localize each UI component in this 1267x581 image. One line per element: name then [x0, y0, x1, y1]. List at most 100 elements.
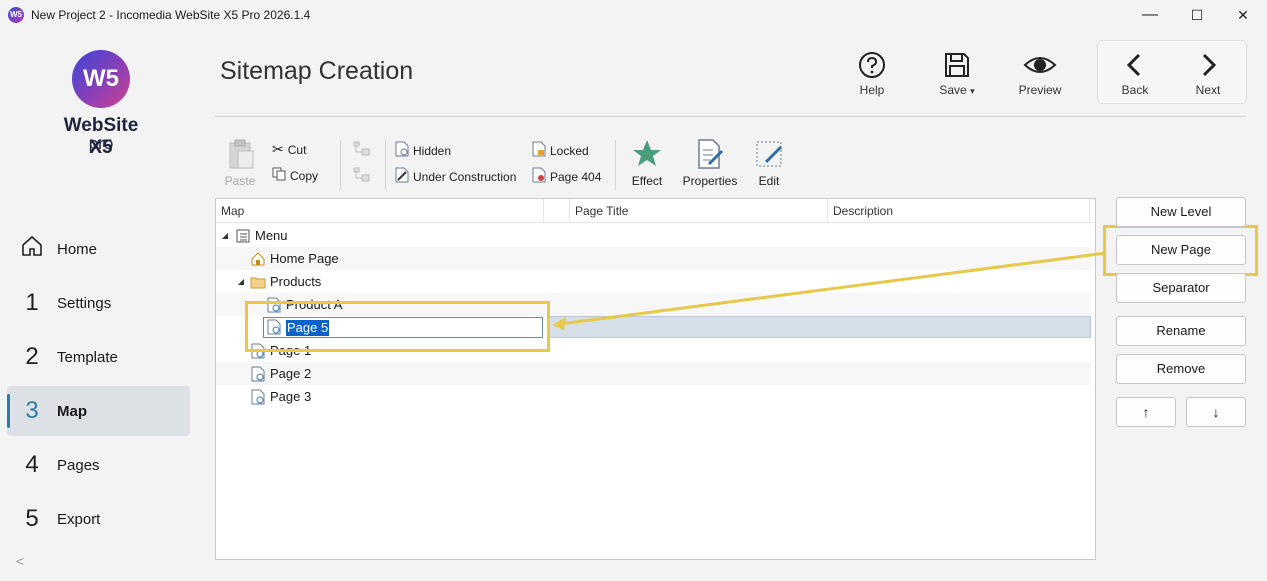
hidden-label: Hidden	[413, 143, 452, 158]
rename-button[interactable]: Rename	[1116, 316, 1246, 346]
nav-template[interactable]: 2 Template	[7, 332, 190, 382]
chevron-left-icon	[1126, 53, 1141, 77]
column-header-map[interactable]: Map	[216, 199, 544, 223]
annotation-highlight-new-item	[245, 301, 550, 352]
under-construction-label: Under Construction	[413, 169, 517, 184]
app-logo: W5 WebSite X5 pro	[50, 48, 160, 158]
nav-label: Map	[57, 402, 87, 420]
toolbar-separator	[340, 140, 341, 190]
under-construction-button[interactable]: Under Construction	[395, 167, 516, 186]
home-icon	[7, 234, 57, 265]
outdent-icon[interactable]	[353, 167, 371, 186]
paste-label: Paste	[224, 174, 256, 188]
properties-button[interactable]: Properties	[681, 138, 739, 188]
nav-export[interactable]: 5 Export	[7, 494, 190, 544]
maximize-button[interactable]: ☐	[1174, 0, 1220, 30]
nav-number: 1	[25, 289, 39, 316]
nav-home[interactable]: Home	[7, 224, 190, 274]
minimize-button[interactable]: —	[1127, 0, 1173, 30]
hidden-button[interactable]: Hidden	[395, 141, 451, 160]
eye-icon	[1023, 57, 1057, 73]
separator-button[interactable]: Separator	[1116, 273, 1246, 303]
star-icon	[633, 140, 661, 166]
move-up-button[interactable]: ↑	[1116, 397, 1176, 427]
nav-label: Template	[57, 348, 118, 366]
move-down-button[interactable]: ↓	[1186, 397, 1246, 427]
nav-label: Pages	[57, 456, 100, 474]
header-divider	[215, 116, 1246, 117]
page-404-icon	[532, 167, 546, 186]
column-header-spacer	[544, 199, 570, 223]
indent-icon[interactable]	[353, 141, 371, 160]
chevron-down-icon: ▾	[970, 86, 975, 96]
nav-label: Home	[57, 240, 98, 258]
tree-item-label: Page 3	[270, 389, 312, 404]
close-button[interactable]: ✕	[1220, 0, 1266, 30]
edit-page-icon	[756, 141, 783, 167]
page404-button[interactable]: Page 404	[532, 167, 601, 186]
tree-item-label: Page 2	[270, 366, 312, 381]
next-button[interactable]: Next	[1177, 46, 1239, 106]
collapse-sidebar-icon[interactable]: <	[16, 553, 24, 569]
help-icon	[859, 52, 885, 78]
page-icon	[250, 389, 266, 405]
cut-label: Cut	[287, 142, 307, 157]
edit-button[interactable]: Edit	[740, 138, 798, 188]
help-label: Help	[859, 83, 885, 97]
page-icon	[250, 366, 266, 382]
folder-icon	[250, 274, 266, 290]
home-page-icon	[250, 251, 266, 267]
logo-edition: pro	[88, 134, 114, 153]
nav-pages[interactable]: 4 Pages	[7, 440, 190, 490]
nav-number: 5	[25, 505, 39, 532]
hidden-page-icon	[395, 141, 409, 160]
toolbar-separator	[385, 140, 386, 190]
column-header-description[interactable]: Description	[828, 199, 1090, 223]
menu-icon	[235, 228, 251, 244]
page404-label: Page 404	[550, 169, 602, 184]
preview-label: Preview	[1018, 83, 1062, 97]
nav-settings[interactable]: 1 Settings	[7, 278, 190, 328]
cut-button[interactable]: ✂ Cut	[272, 141, 306, 158]
nav-active-indicator	[7, 394, 10, 428]
paste-button[interactable]: Paste	[211, 138, 269, 188]
tree-row-menu[interactable]: ◢ Menu	[216, 224, 1091, 247]
remove-button[interactable]: Remove	[1116, 354, 1246, 384]
nav-label: Export	[57, 510, 101, 528]
app-icon: W5	[8, 7, 24, 23]
tree-row-page-3[interactable]: Page 3	[216, 385, 1091, 408]
collapse-arrow-icon[interactable]: ◢	[236, 277, 246, 286]
collapse-arrow-icon[interactable]: ◢	[220, 231, 230, 240]
lock-icon	[532, 141, 546, 160]
properties-icon	[698, 139, 724, 169]
nav-number: 3	[25, 397, 39, 424]
chevron-right-icon	[1202, 53, 1217, 77]
edit-label: Edit	[758, 174, 780, 188]
nav-map[interactable]: 3 Map	[7, 386, 190, 436]
locked-button[interactable]: Locked	[532, 141, 589, 160]
properties-label: Properties	[682, 174, 738, 188]
clipboard-icon	[229, 139, 254, 169]
tree-item-label: Home Page	[270, 251, 339, 266]
effect-button[interactable]: Effect	[618, 138, 676, 188]
next-label: Next	[1195, 83, 1221, 97]
window-title: New Project 2 - Incomedia WebSite X5 Pro…	[31, 8, 311, 22]
logo-mark: W5	[72, 50, 130, 108]
save-icon	[945, 53, 969, 77]
page-title: Sitemap Creation	[220, 57, 414, 85]
tree-item-label: Products	[270, 274, 322, 289]
under-construction-icon	[395, 167, 409, 186]
save-button[interactable]: Save ▾	[926, 46, 988, 106]
new-level-button[interactable]: New Level	[1116, 197, 1246, 227]
nav-number: 2	[25, 343, 39, 370]
column-header-page-title[interactable]: Page Title	[570, 199, 828, 223]
tree-header: Map Page Title Description	[216, 199, 1095, 223]
preview-button[interactable]: Preview	[1009, 46, 1071, 106]
tree-row-page-2[interactable]: Page 2	[216, 362, 1091, 385]
help-button[interactable]: Help	[841, 46, 903, 106]
back-button[interactable]: Back	[1104, 46, 1166, 106]
annotation-arrow	[552, 251, 1107, 330]
new-page-button[interactable]: New Page	[1116, 235, 1246, 265]
effect-label: Effect	[631, 174, 663, 188]
copy-button[interactable]: Copy	[272, 167, 318, 184]
